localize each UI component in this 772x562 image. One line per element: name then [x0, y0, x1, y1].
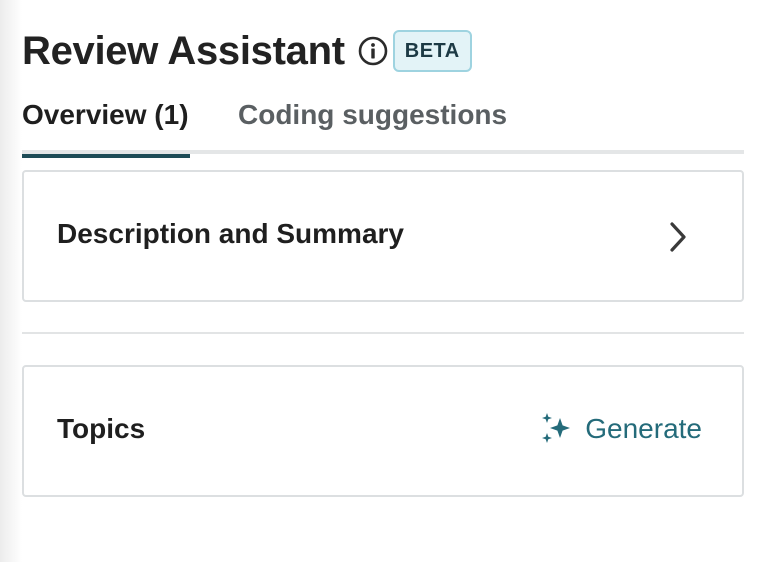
chevron-right-icon: [666, 220, 690, 254]
info-circle-icon[interactable]: [357, 35, 389, 67]
description-summary-label: Description and Summary: [57, 218, 404, 249]
tab-coding-suggestions[interactable]: Coding suggestions: [238, 92, 507, 154]
generate-label: Generate: [585, 413, 702, 444]
tab-bar: Overview (1) Coding suggestions: [22, 92, 744, 158]
section-divider: [22, 332, 744, 334]
description-summary-card[interactable]: Description and Summary: [22, 170, 744, 302]
generate-button[interactable]: Generate: [539, 412, 702, 446]
panel-edge-shadow: [0, 0, 22, 562]
tab-overview[interactable]: Overview (1): [22, 92, 190, 158]
panel-header: Review Assistant BETA: [22, 26, 472, 76]
page-title: Review Assistant: [22, 28, 345, 73]
beta-badge: BETA: [392, 30, 472, 72]
topics-label: Topics: [57, 413, 146, 444]
sparkle-icon: [539, 412, 575, 446]
topics-card: Topics Generate: [22, 365, 744, 497]
